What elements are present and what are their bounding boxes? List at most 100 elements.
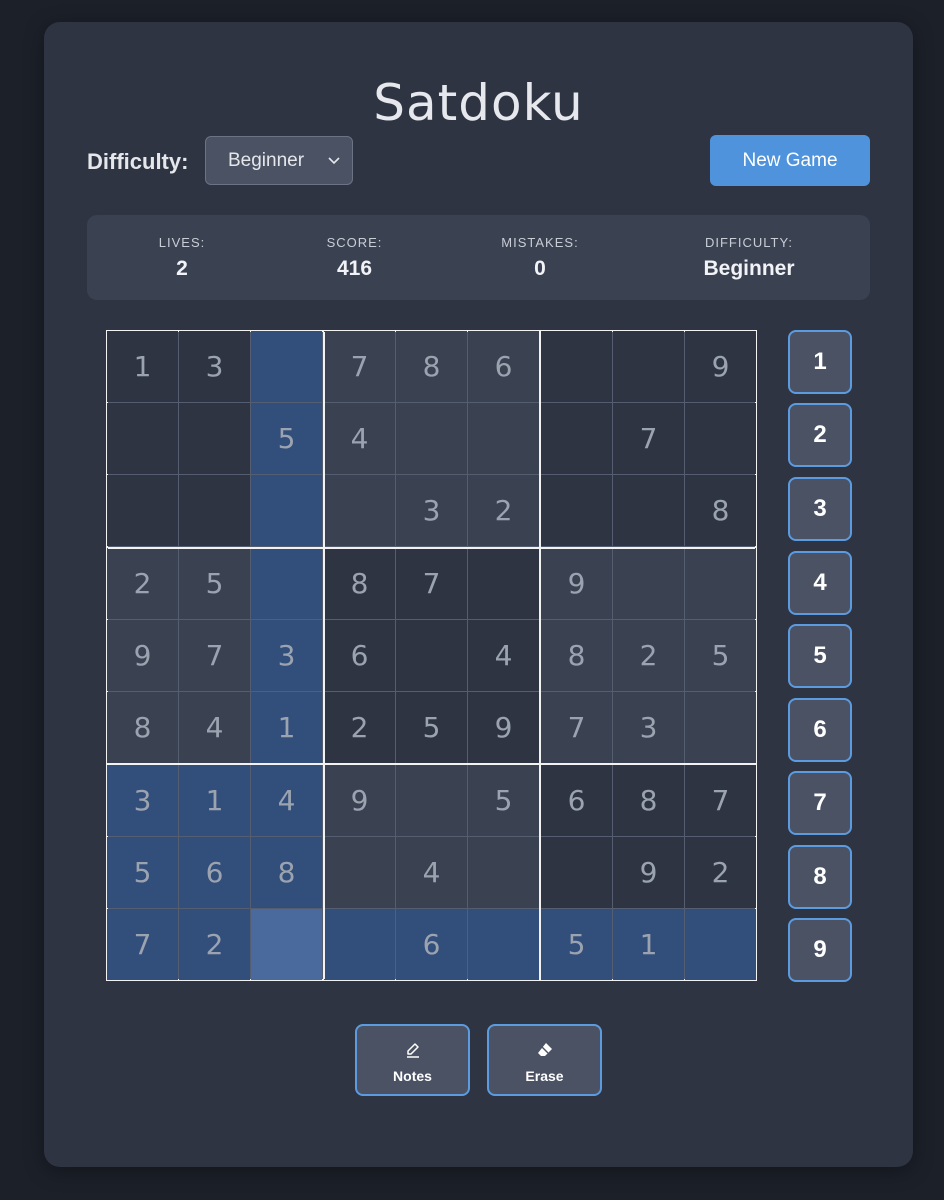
sudoku-cell[interactable]: 5 <box>541 909 612 980</box>
sudoku-cell[interactable]: 6 <box>396 909 467 980</box>
number-pad-button-5[interactable]: 5 <box>788 624 852 688</box>
box-divider <box>108 547 755 549</box>
sudoku-cell[interactable]: 4 <box>179 692 250 763</box>
sudoku-cell[interactable]: 9 <box>468 692 539 763</box>
sudoku-cell[interactable] <box>468 548 539 619</box>
sudoku-cell[interactable]: 7 <box>396 548 467 619</box>
sudoku-cell[interactable]: 1 <box>179 765 250 836</box>
sudoku-cell[interactable]: 4 <box>396 837 467 908</box>
number-pad-button-1[interactable]: 1 <box>788 330 852 394</box>
sudoku-cell[interactable] <box>468 909 539 980</box>
sudoku-cell[interactable]: 8 <box>613 765 684 836</box>
difficulty-select[interactable]: Beginner <box>205 136 353 185</box>
sudoku-cell[interactable]: 7 <box>324 331 395 402</box>
eraser-icon <box>537 1043 552 1056</box>
sudoku-cell[interactable] <box>179 403 250 474</box>
sudoku-cell[interactable]: 8 <box>251 837 322 908</box>
number-pad-button-3[interactable]: 3 <box>788 477 852 541</box>
sudoku-cell[interactable]: 5 <box>107 837 178 908</box>
sudoku-cell[interactable]: 9 <box>107 620 178 691</box>
sudoku-cell[interactable]: 9 <box>613 837 684 908</box>
number-pad-button-4[interactable]: 4 <box>788 551 852 615</box>
sudoku-cell[interactable]: 5 <box>468 765 539 836</box>
stat-label: DIFFICULTY: <box>704 235 794 250</box>
sudoku-cell[interactable]: 8 <box>107 692 178 763</box>
sudoku-cell[interactable]: 6 <box>541 765 612 836</box>
sudoku-cell[interactable] <box>685 692 756 763</box>
notes-button[interactable]: Notes <box>355 1024 470 1096</box>
sudoku-cell[interactable]: 3 <box>179 331 250 402</box>
sudoku-cell[interactable] <box>179 475 250 546</box>
sudoku-cell[interactable] <box>613 548 684 619</box>
sudoku-cell[interactable] <box>324 909 395 980</box>
chevron-down-icon <box>328 157 340 165</box>
sudoku-cell[interactable] <box>468 837 539 908</box>
sudoku-cell[interactable]: 8 <box>396 331 467 402</box>
sudoku-cell[interactable]: 1 <box>107 331 178 402</box>
sudoku-cell[interactable]: 5 <box>396 692 467 763</box>
sudoku-cell[interactable]: 3 <box>396 475 467 546</box>
sudoku-cell[interactable]: 5 <box>179 548 250 619</box>
sudoku-cell[interactable] <box>541 837 612 908</box>
sudoku-cell[interactable]: 8 <box>541 620 612 691</box>
number-pad-button-2[interactable]: 2 <box>788 403 852 467</box>
sudoku-cell[interactable] <box>613 331 684 402</box>
number-pad-button-7[interactable]: 7 <box>788 771 852 835</box>
number-pad-button-9[interactable]: 9 <box>788 918 852 982</box>
sudoku-cell[interactable] <box>396 765 467 836</box>
sudoku-cell[interactable] <box>685 909 756 980</box>
sudoku-cell[interactable] <box>324 475 395 546</box>
sudoku-cell[interactable]: 2 <box>324 692 395 763</box>
sudoku-cell[interactable]: 4 <box>468 620 539 691</box>
sudoku-cell[interactable]: 6 <box>324 620 395 691</box>
sudoku-cell[interactable]: 7 <box>613 403 684 474</box>
sudoku-cell[interactable]: 7 <box>179 620 250 691</box>
sudoku-cell[interactable] <box>396 403 467 474</box>
number-pad-button-8[interactable]: 8 <box>788 845 852 909</box>
sudoku-cell[interactable] <box>324 837 395 908</box>
sudoku-cell[interactable]: 6 <box>179 837 250 908</box>
sudoku-cell[interactable]: 9 <box>324 765 395 836</box>
sudoku-cell[interactable] <box>685 403 756 474</box>
sudoku-cell[interactable] <box>107 475 178 546</box>
sudoku-cell[interactable]: 2 <box>468 475 539 546</box>
sudoku-cell[interactable]: 4 <box>251 765 322 836</box>
sudoku-cell[interactable]: 8 <box>685 475 756 546</box>
sudoku-cell[interactable]: 2 <box>613 620 684 691</box>
sudoku-cell[interactable]: 7 <box>541 692 612 763</box>
sudoku-cell[interactable] <box>468 403 539 474</box>
sudoku-cell[interactable]: 2 <box>685 837 756 908</box>
sudoku-cell[interactable] <box>541 475 612 546</box>
stat-difficulty: DIFFICULTY: Beginner <box>669 215 829 300</box>
sudoku-cell[interactable] <box>685 548 756 619</box>
sudoku-cell[interactable] <box>541 403 612 474</box>
pencil-icon <box>406 1043 419 1058</box>
sudoku-cell[interactable]: 7 <box>107 909 178 980</box>
sudoku-cell[interactable] <box>613 475 684 546</box>
sudoku-cell[interactable]: 6 <box>468 331 539 402</box>
sudoku-cell[interactable]: 5 <box>251 403 322 474</box>
sudoku-cell[interactable]: 4 <box>324 403 395 474</box>
sudoku-cell[interactable]: 3 <box>107 765 178 836</box>
sudoku-cell[interactable]: 9 <box>541 548 612 619</box>
sudoku-cell[interactable]: 5 <box>685 620 756 691</box>
sudoku-cell[interactable] <box>251 331 322 402</box>
sudoku-cell[interactable] <box>541 331 612 402</box>
sudoku-cell[interactable]: 8 <box>324 548 395 619</box>
sudoku-cell[interactable]: 3 <box>613 692 684 763</box>
sudoku-cell[interactable] <box>251 548 322 619</box>
sudoku-cell[interactable] <box>107 403 178 474</box>
sudoku-cell[interactable]: 2 <box>179 909 250 980</box>
sudoku-cell[interactable]: 9 <box>685 331 756 402</box>
sudoku-cell[interactable]: 1 <box>613 909 684 980</box>
sudoku-cell[interactable]: 2 <box>107 548 178 619</box>
sudoku-cell[interactable] <box>251 475 322 546</box>
sudoku-cell[interactable]: 1 <box>251 692 322 763</box>
number-pad-button-6[interactable]: 6 <box>788 698 852 762</box>
erase-button[interactable]: Erase <box>487 1024 602 1096</box>
new-game-button[interactable]: New Game <box>710 135 870 186</box>
sudoku-cell[interactable] <box>396 620 467 691</box>
sudoku-cell[interactable]: 7 <box>685 765 756 836</box>
sudoku-cell[interactable] <box>251 909 322 980</box>
sudoku-cell[interactable]: 3 <box>251 620 322 691</box>
